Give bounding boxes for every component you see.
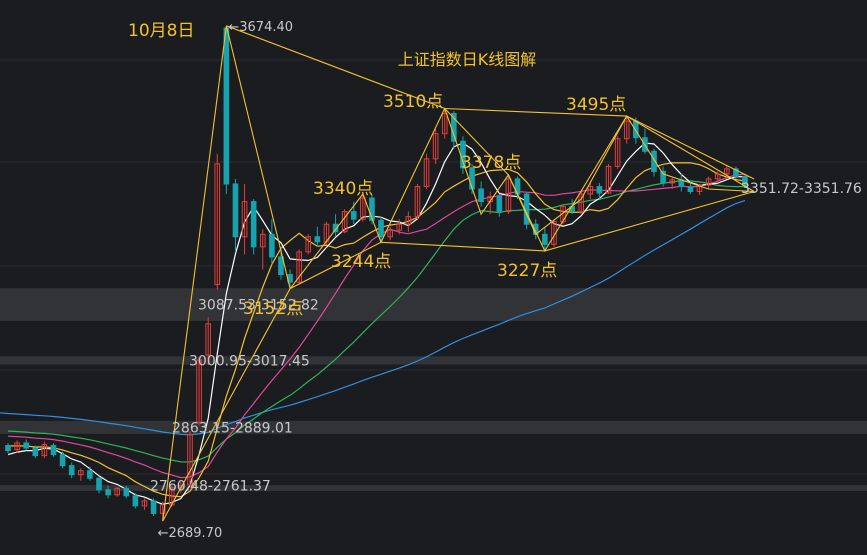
ma5-line [7,142,746,505]
wave-lines [162,25,755,522]
peak-label: 3510点 [383,92,443,112]
candle [378,219,384,238]
trough-label: 3152点 [243,299,303,319]
chart-area: 3087.53-3152.82 3000.95-3017.45 2863.15-28… [0,0,867,555]
peak-label: 3495点 [566,95,626,115]
candle [250,201,257,248]
candle [223,27,230,185]
annotations: 3087.53-3152.823000.95-3017.452863.15-28… [128,20,862,541]
chart-title: 上证指数日K线图解 [398,50,537,69]
candle [687,185,694,193]
candle [123,487,130,497]
ma30-line [7,180,746,463]
candle [269,233,275,258]
gap-zone-band [0,356,867,365]
candle [50,445,57,456]
trough-label: 3227点 [497,261,557,281]
low-price-label: ←2689.70 [158,526,223,541]
gap-zone-label: 2863.15-2889.01 [172,420,293,436]
candle [314,236,321,243]
candle [542,233,548,245]
candle [23,442,29,449]
candle [105,489,111,496]
peak-label: 3378点 [461,153,521,173]
gap-zone-label: 3351.72-3351.76 [741,181,862,197]
candle [150,500,157,514]
peak-label: 3340点 [313,179,373,199]
gridlines [0,59,867,475]
candle [87,470,93,479]
candle [633,120,639,139]
peak-label: 10月8日 [128,21,194,41]
candle [232,183,239,238]
candle [5,445,11,452]
gap-zone-band [0,485,867,492]
kline-chart: 3087.53-3152.823000.95-3017.452863.15-28… [0,20,867,541]
gap-zone-band [0,288,867,322]
gap-zone-label: 3000.95-3017.45 [189,353,310,369]
trough-label: 3244点 [331,252,391,272]
candle [68,465,75,476]
candles [5,25,748,521]
gap-zone-label: 2760.48-2761.37 [150,478,271,494]
candle [96,477,102,491]
candle [596,185,603,194]
high-price-label: ←3674.40 [228,20,293,35]
candle [59,454,66,467]
wave-line-main [162,25,755,522]
candle [350,211,357,220]
gap-zone-band [0,420,867,434]
candle [496,196,503,213]
gap-zones [0,288,867,492]
candle [132,495,139,507]
candle [478,188,484,203]
candle [32,447,39,457]
